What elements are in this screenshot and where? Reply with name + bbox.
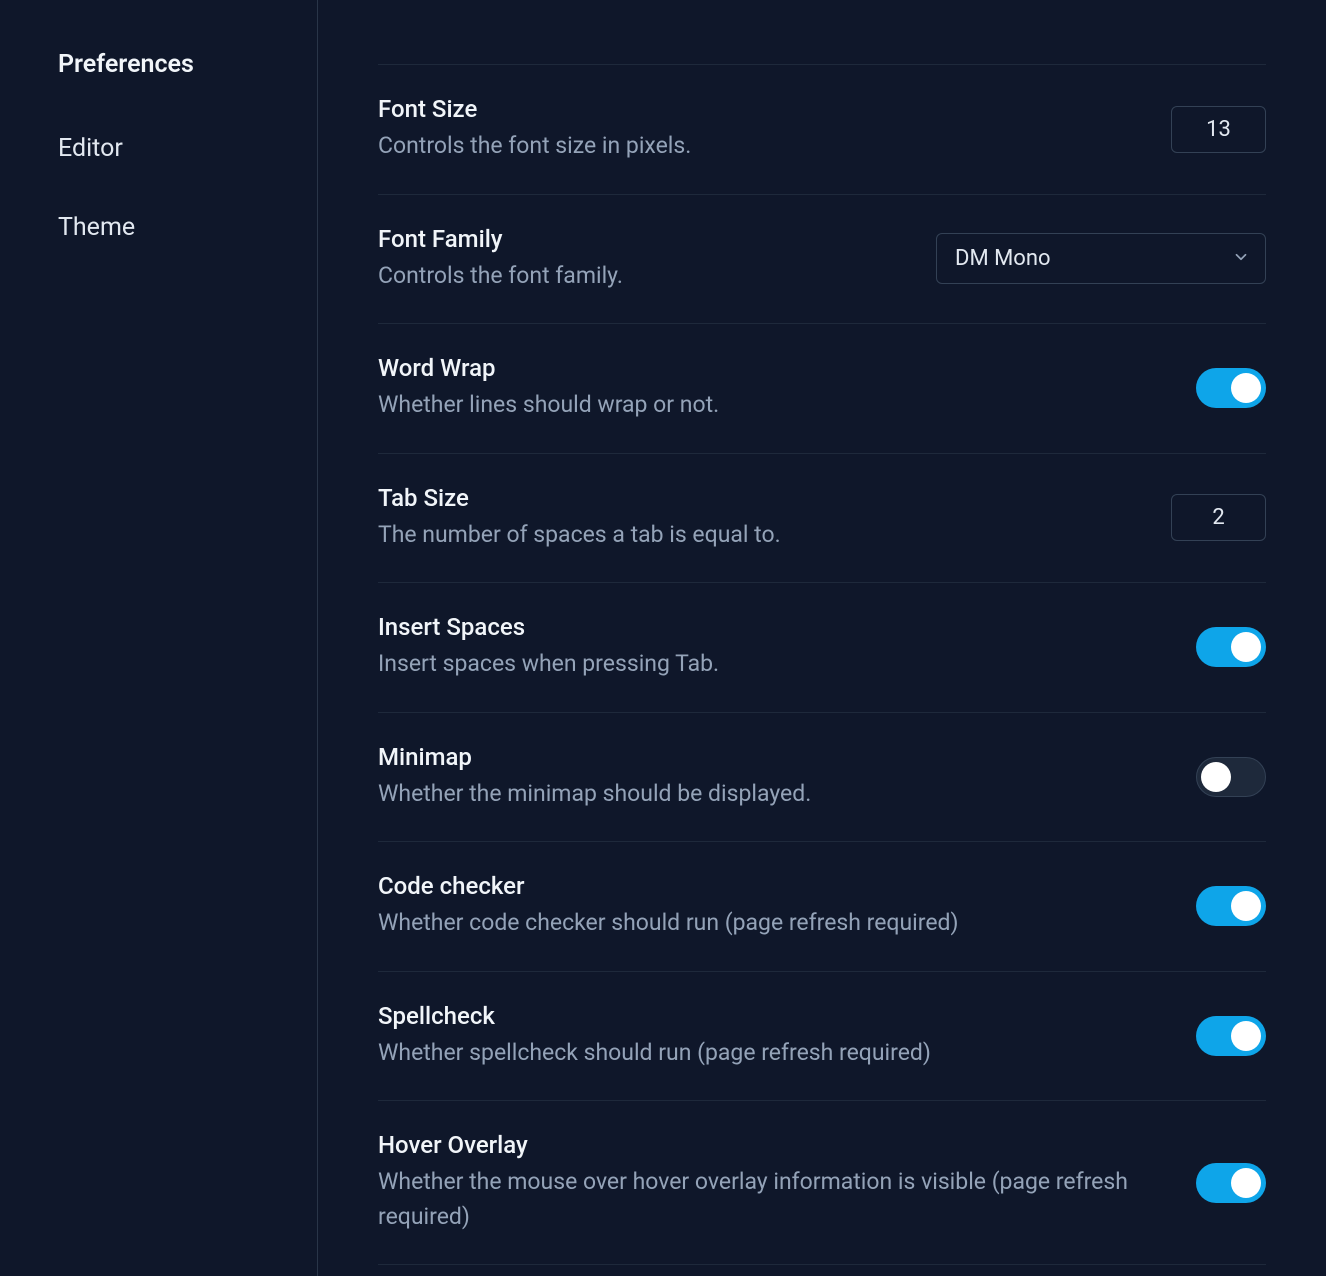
toggle-knob [1201, 762, 1231, 792]
setting-title: Code checker [378, 872, 1156, 900]
setting-word-wrap: Word Wrap Whether lines should wrap or n… [378, 324, 1266, 454]
setting-title: Insert Spaces [378, 613, 1156, 641]
code-checker-toggle[interactable] [1196, 886, 1266, 926]
setting-desc: The number of spaces a tab is equal to. [378, 518, 1131, 553]
sidebar-item-editor[interactable]: Editor [58, 109, 259, 188]
setting-hover-overlay: Hover Overlay Whether the mouse over hov… [378, 1101, 1266, 1265]
sidebar-item-theme[interactable]: Theme [58, 188, 259, 267]
word-wrap-toggle[interactable] [1196, 368, 1266, 408]
setting-label-group: Spellcheck Whether spellcheck should run… [378, 1002, 1156, 1071]
setting-label-group: Font Family Controls the font family. [378, 225, 896, 294]
font-size-input[interactable] [1171, 106, 1266, 153]
setting-title: Tab Size [378, 484, 1131, 512]
setting-title: Spellcheck [378, 1002, 1156, 1030]
setting-font-size: Font Size Controls the font size in pixe… [378, 64, 1266, 195]
setting-desc: Controls the font family. [378, 259, 896, 294]
setting-desc: Whether code checker should run (page re… [378, 906, 1156, 941]
setting-code-checker: Code checker Whether code checker should… [378, 842, 1266, 972]
setting-desc: Whether spellcheck should run (page refr… [378, 1036, 1156, 1071]
toggle-knob [1231, 891, 1261, 921]
setting-label-group: Hover Overlay Whether the mouse over hov… [378, 1131, 1156, 1234]
insert-spaces-toggle[interactable] [1196, 627, 1266, 667]
setting-title: Font Family [378, 225, 896, 253]
setting-title: Hover Overlay [378, 1131, 1156, 1159]
sidebar-heading-preferences: Preferences [58, 50, 259, 109]
setting-font-family: Font Family Controls the font family. DM… [378, 195, 1266, 325]
setting-title: Minimap [378, 743, 1156, 771]
setting-label-group: Code checker Whether code checker should… [378, 872, 1156, 941]
hover-overlay-toggle[interactable] [1196, 1163, 1266, 1203]
setting-label-group: Font Size Controls the font size in pixe… [378, 95, 1131, 164]
toggle-knob [1231, 373, 1261, 403]
setting-insert-spaces: Insert Spaces Insert spaces when pressin… [378, 583, 1266, 713]
toggle-knob [1231, 632, 1261, 662]
setting-label-group: Minimap Whether the minimap should be di… [378, 743, 1156, 812]
setting-label-group: Insert Spaces Insert spaces when pressin… [378, 613, 1156, 682]
setting-desc: Controls the font size in pixels. [378, 129, 1131, 164]
setting-title: Word Wrap [378, 354, 1156, 382]
setting-desc: Insert spaces when pressing Tab. [378, 647, 1156, 682]
toggle-knob [1231, 1168, 1261, 1198]
font-family-select-wrapper: DM Mono [936, 233, 1266, 284]
setting-desc: Whether the mouse over hover overlay inf… [378, 1165, 1156, 1234]
setting-label-group: Word Wrap Whether lines should wrap or n… [378, 354, 1156, 423]
minimap-toggle[interactable] [1196, 757, 1266, 797]
settings-main: Font Size Controls the font size in pixe… [318, 0, 1326, 1276]
setting-spellcheck: Spellcheck Whether spellcheck should run… [378, 972, 1266, 1102]
setting-title: Font Size [378, 95, 1131, 123]
setting-tab-size: Tab Size The number of spaces a tab is e… [378, 454, 1266, 584]
spellcheck-toggle[interactable] [1196, 1016, 1266, 1056]
tab-size-input[interactable] [1171, 494, 1266, 541]
preferences-sidebar: Preferences Editor Theme [0, 0, 318, 1276]
setting-desc: Whether the minimap should be displayed. [378, 777, 1156, 812]
toggle-knob [1231, 1021, 1261, 1051]
setting-minimap: Minimap Whether the minimap should be di… [378, 713, 1266, 843]
font-family-select[interactable]: DM Mono [936, 233, 1266, 284]
setting-label-group: Tab Size The number of spaces a tab is e… [378, 484, 1131, 553]
setting-desc: Whether lines should wrap or not. [378, 388, 1156, 423]
